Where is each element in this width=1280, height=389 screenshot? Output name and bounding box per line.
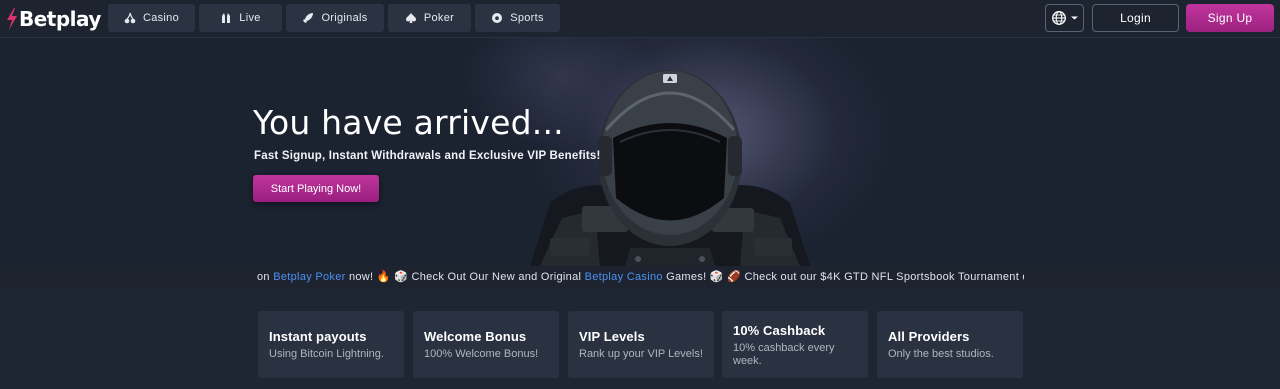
feature-card-vip-levels: VIP Levels Rank up your VIP Levels! xyxy=(568,311,714,378)
nav-sports[interactable]: Sports xyxy=(475,4,560,32)
ticker-text: Games! 🎲 🏈 Check out our $4K GTD NFL Spo… xyxy=(662,271,1024,283)
feature-title: VIP Levels xyxy=(579,329,645,344)
soccer-ball-icon xyxy=(491,12,503,24)
login-button[interactable]: Login xyxy=(1092,4,1179,32)
feature-description: Only the best studios. xyxy=(888,348,994,360)
nav-poker-label: Poker xyxy=(423,12,455,24)
feature-title: Welcome Bonus xyxy=(424,329,527,344)
feature-card-instant-payouts: Instant payouts Using Bitcoin Lightning. xyxy=(258,311,404,378)
hero-title: You have arrived... xyxy=(253,103,564,142)
nav-poker[interactable]: Poker xyxy=(388,4,471,32)
nav-live-label: Live xyxy=(239,12,261,24)
rocket-icon xyxy=(302,12,314,24)
ticker-text: on xyxy=(257,271,274,283)
ticker-text: now! 🔥 🎲 Check Out Our New and Original xyxy=(345,271,585,283)
hero-banner: You have arrived... Fast Signup, Instant… xyxy=(0,38,1280,266)
feature-description: 10% cashback every week. xyxy=(733,342,835,367)
live-dealer-icon xyxy=(220,12,232,24)
ticker-link-casino[interactable]: Betplay Casino xyxy=(585,271,663,283)
feature-description: Using Bitcoin Lightning. xyxy=(269,348,384,360)
brand-name: Betplay xyxy=(19,7,101,31)
nav-originals-label: Originals xyxy=(321,12,368,24)
lightning-logo-icon xyxy=(7,8,17,30)
chevron-down-icon xyxy=(1070,16,1078,20)
ticker-link-poker[interactable]: Betplay Poker xyxy=(273,271,345,283)
betplay-logo[interactable]: Betplay xyxy=(6,7,101,31)
nav-sports-label: Sports xyxy=(510,12,544,24)
feature-title: 10% Cashback xyxy=(733,323,826,338)
feature-card-cashback: 10% Cashback 10% cashback every week. xyxy=(722,311,868,378)
feature-title: Instant payouts xyxy=(269,329,367,344)
top-navbar: Betplay Casino Live Originals Poker Spor… xyxy=(0,0,1280,38)
nav-casino-label: Casino xyxy=(142,12,180,24)
feature-description: 100% Welcome Bonus! xyxy=(424,348,539,360)
globe-icon xyxy=(1051,11,1066,25)
signup-button[interactable]: Sign Up xyxy=(1186,4,1274,32)
news-ticker: on Betplay Poker now! 🔥 🎲 Check Out Our … xyxy=(0,266,1280,288)
cherries-icon xyxy=(124,12,136,24)
start-playing-button[interactable]: Start Playing Now! xyxy=(253,175,379,202)
nav-casino[interactable]: Casino xyxy=(108,4,195,32)
language-selector[interactable] xyxy=(1045,4,1084,32)
nav-originals[interactable]: Originals xyxy=(286,4,384,32)
hero-subtitle: Fast Signup, Instant Withdrawals and Exc… xyxy=(254,150,601,162)
feature-card-all-providers: All Providers Only the best studios. xyxy=(877,311,1023,378)
ticker-track: on Betplay Poker now! 🔥 🎲 Check Out Our … xyxy=(257,266,1024,288)
spade-icon xyxy=(405,12,417,24)
nav-live[interactable]: Live xyxy=(199,4,282,32)
feature-card-welcome-bonus: Welcome Bonus 100% Welcome Bonus! xyxy=(413,311,559,378)
feature-title: All Providers xyxy=(888,329,970,344)
feature-description: Rank up your VIP Levels! xyxy=(579,348,703,360)
